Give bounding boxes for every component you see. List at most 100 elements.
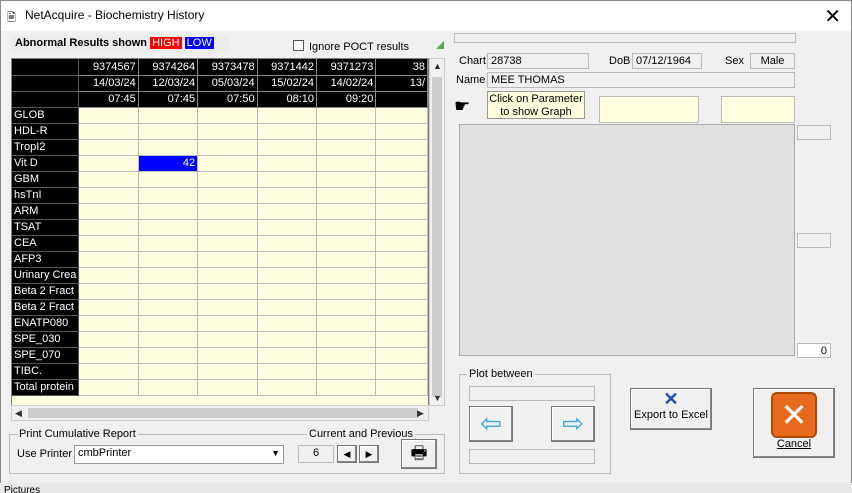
- result-cell[interactable]: [257, 331, 317, 348]
- result-cell[interactable]: [138, 251, 199, 268]
- result-cell[interactable]: [138, 139, 199, 156]
- printer-select[interactable]: cmbPrinter ▼: [74, 445, 284, 464]
- result-cell[interactable]: [197, 171, 258, 188]
- result-cell[interactable]: [197, 203, 258, 220]
- result-cell[interactable]: [138, 379, 199, 396]
- result-cell[interactable]: [257, 155, 317, 172]
- result-cell[interactable]: [197, 123, 258, 140]
- result-cell[interactable]: [375, 267, 428, 284]
- row-label[interactable]: Vit D: [12, 155, 80, 172]
- result-cell[interactable]: [78, 171, 139, 188]
- result-cell[interactable]: [316, 187, 377, 204]
- result-cell[interactable]: [375, 347, 428, 364]
- row-label[interactable]: HDL-R: [12, 123, 80, 140]
- result-cell[interactable]: [197, 107, 258, 124]
- result-cell[interactable]: [375, 299, 428, 316]
- result-cell[interactable]: [375, 251, 428, 268]
- dropdown-chevron-icon[interactable]: ▼: [271, 448, 280, 458]
- plot-back-button[interactable]: ⇦: [469, 406, 513, 442]
- result-cell[interactable]: [257, 283, 317, 300]
- result-cell[interactable]: [257, 267, 317, 284]
- result-cell[interactable]: [78, 235, 139, 252]
- scroll-right-icon[interactable]: ▶: [417, 408, 424, 419]
- horizontal-scroll-thumb[interactable]: [28, 408, 418, 418]
- result-cell[interactable]: [257, 251, 317, 268]
- cancel-button[interactable]: ✕ Cancel: [753, 388, 835, 458]
- result-cell[interactable]: [316, 107, 377, 124]
- result-cell[interactable]: [257, 219, 317, 236]
- result-cell[interactable]: [375, 363, 428, 380]
- result-cell[interactable]: [257, 123, 317, 140]
- result-cell[interactable]: [257, 139, 317, 156]
- result-cell[interactable]: [375, 171, 428, 188]
- result-cell[interactable]: [138, 363, 199, 380]
- result-cell[interactable]: [78, 299, 139, 316]
- row-label[interactable]: AFP3: [12, 251, 80, 268]
- result-cell[interactable]: [78, 203, 139, 220]
- column-header-times[interactable]: 08:10: [257, 91, 317, 108]
- column-header-ids[interactable]: 9374264: [138, 59, 199, 76]
- scroll-left-icon[interactable]: ◀: [15, 408, 22, 419]
- column-header-dates[interactable]: 14/02/24: [316, 75, 377, 92]
- result-cell[interactable]: [375, 107, 428, 124]
- column-header-times[interactable]: 07:50: [197, 91, 258, 108]
- column-header-dates[interactable]: 15/02/24: [257, 75, 317, 92]
- row-label[interactable]: TropI2: [12, 139, 80, 156]
- column-header-dates[interactable]: 12/03/24: [138, 75, 199, 92]
- result-cell[interactable]: [78, 347, 139, 364]
- result-cell[interactable]: [375, 187, 428, 204]
- result-cell[interactable]: [138, 203, 199, 220]
- result-cell[interactable]: [316, 123, 377, 140]
- result-cell[interactable]: [138, 123, 199, 140]
- scroll-up-icon[interactable]: ▲: [433, 61, 442, 71]
- result-cell[interactable]: [78, 187, 139, 204]
- row-label[interactable]: ARM: [12, 203, 80, 220]
- result-cell[interactable]: [138, 171, 199, 188]
- result-cell[interactable]: [78, 379, 139, 396]
- result-cell[interactable]: [197, 331, 258, 348]
- result-cell[interactable]: [375, 315, 428, 332]
- result-cell[interactable]: [138, 235, 199, 252]
- result-cell[interactable]: [316, 235, 377, 252]
- column-header-times[interactable]: [375, 91, 428, 108]
- column-header-ids[interactable]: 9373478: [197, 59, 258, 76]
- column-header-ids[interactable]: 38: [375, 59, 428, 76]
- row-label[interactable]: SPE_030: [12, 331, 80, 348]
- result-cell[interactable]: [78, 251, 139, 268]
- result-cell[interactable]: [78, 155, 139, 172]
- row-label[interactable]: GBM: [12, 171, 80, 188]
- result-cell[interactable]: [316, 379, 377, 396]
- result-cell[interactable]: [257, 203, 317, 220]
- count-increase-button[interactable]: ▶: [359, 445, 379, 463]
- close-icon[interactable]: ✕: [824, 4, 841, 28]
- result-cell[interactable]: [78, 139, 139, 156]
- result-cell[interactable]: [316, 171, 377, 188]
- result-cell[interactable]: [375, 139, 428, 156]
- result-cell[interactable]: [316, 155, 377, 172]
- result-cell[interactable]: [78, 331, 139, 348]
- result-cell[interactable]: [197, 299, 258, 316]
- result-cell[interactable]: [257, 171, 317, 188]
- result-cell[interactable]: [197, 235, 258, 252]
- result-cell[interactable]: [316, 251, 377, 268]
- result-cell[interactable]: [257, 299, 317, 316]
- result-cell[interactable]: [375, 331, 428, 348]
- result-cell[interactable]: [78, 315, 139, 332]
- row-label[interactable]: TSAT: [12, 219, 80, 236]
- result-cell[interactable]: [375, 203, 428, 220]
- plot-forward-button[interactable]: ⇨: [551, 406, 595, 442]
- result-cell[interactable]: [375, 379, 428, 396]
- row-label[interactable]: CEA: [12, 235, 80, 252]
- result-cell[interactable]: [316, 315, 377, 332]
- result-cell[interactable]: [197, 219, 258, 236]
- column-header-ids[interactable]: 9374567: [78, 59, 139, 76]
- row-label[interactable]: ENATP080: [12, 315, 80, 332]
- result-cell[interactable]: [197, 283, 258, 300]
- results-grid[interactable]: 9374567 9374264 9373478 9371442 9371273 38 14/…: [11, 58, 429, 406]
- result-cell[interactable]: [316, 267, 377, 284]
- result-cell[interactable]: [78, 363, 139, 380]
- result-cell[interactable]: [197, 347, 258, 364]
- result-cell[interactable]: [197, 379, 258, 396]
- vertical-scroll-thumb[interactable]: [432, 77, 442, 397]
- result-cell[interactable]: [138, 299, 199, 316]
